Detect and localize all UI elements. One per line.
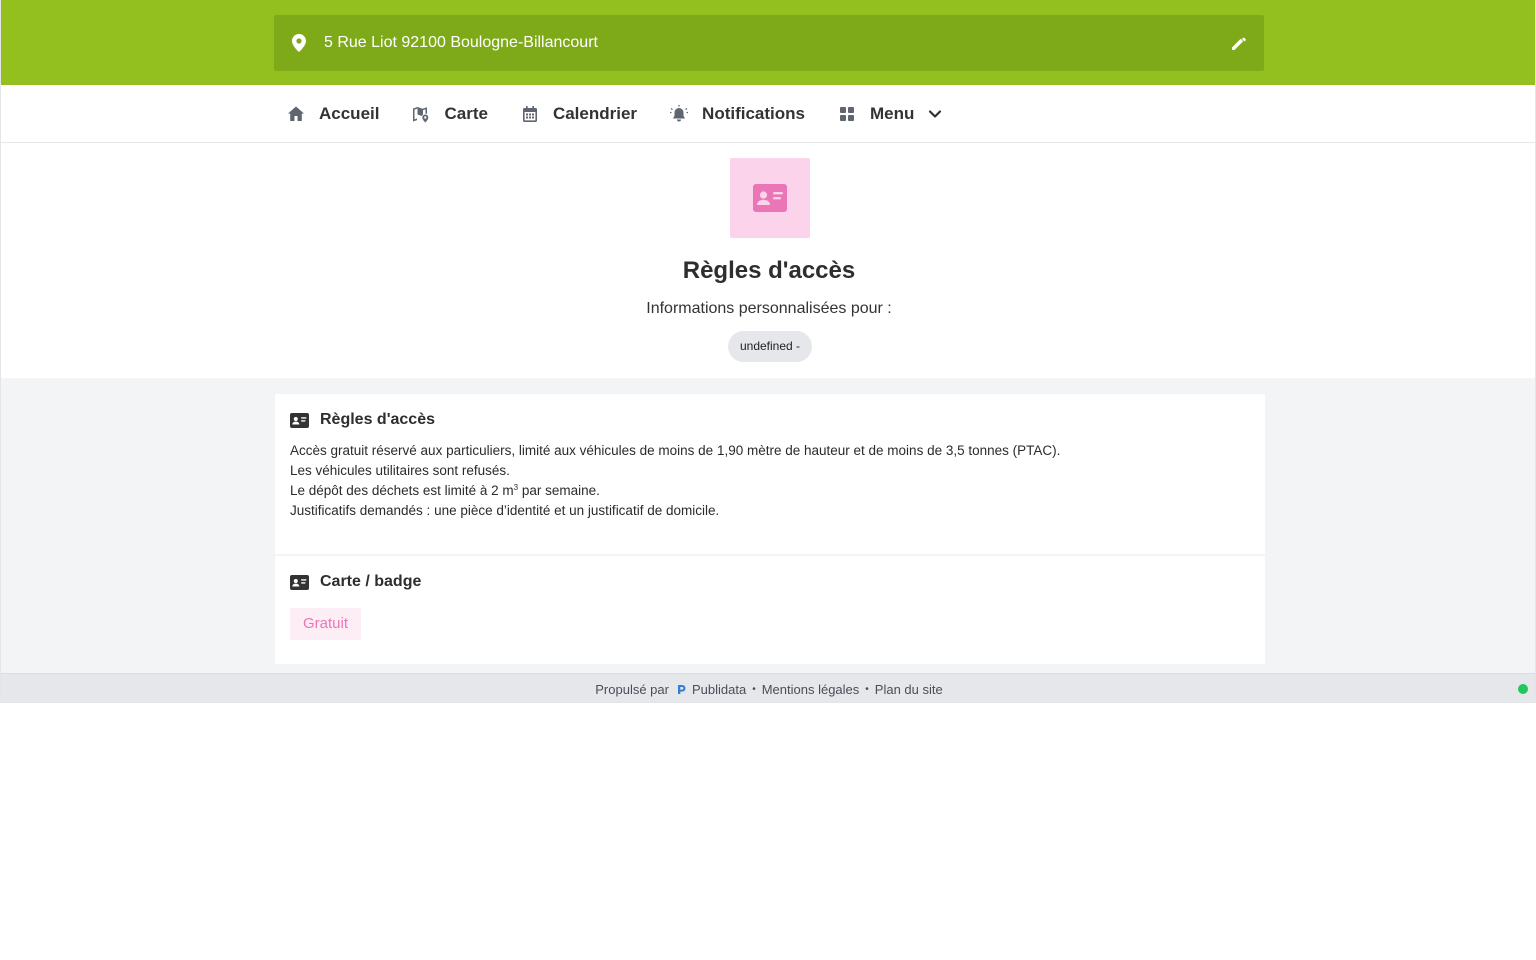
address-bar[interactable]: 5 Rue Liot 92100 Boulogne-Billancourt xyxy=(274,15,1264,71)
badge-card: Carte / badge Gratuit xyxy=(275,556,1265,664)
nav-label: Menu xyxy=(870,104,915,123)
publidata-link[interactable]: Publidata xyxy=(692,682,746,697)
bell-icon xyxy=(670,105,689,122)
rule-line: Le dépôt des déchets est limité à 2 m3 p… xyxy=(290,483,600,498)
nav-item-accueil[interactable]: Accueil xyxy=(287,85,379,143)
nav-item-menu[interactable]: Menu xyxy=(838,85,942,143)
page-subtitle: Informations personnalisées pour : xyxy=(646,300,892,317)
calendar-icon xyxy=(522,106,537,122)
page-frame: 5 Rue Liot 92100 Boulogne-Billancourt Ac… xyxy=(0,0,1536,703)
price-badge: Gratuit xyxy=(290,608,361,640)
rule-line: Justificatifs demandés : une pièce d’ide… xyxy=(290,503,720,518)
profile-chip[interactable]: undefined - xyxy=(728,331,812,362)
map-icon xyxy=(413,107,429,123)
id-card-icon xyxy=(290,412,309,428)
location-pin-icon xyxy=(292,34,306,52)
access-rules-text: Accès gratuit réservé aux particuliers, … xyxy=(290,441,1060,521)
nav-item-carte[interactable]: Carte xyxy=(412,85,488,143)
chevron-down-icon xyxy=(929,110,942,118)
grid-icon xyxy=(840,107,854,121)
id-card-icon xyxy=(753,184,787,212)
access-rules-card: Règles d'accès Accès gratuit réservé aux… xyxy=(275,394,1265,554)
main-nav: Accueil Carte Calendrier Notifications M… xyxy=(1,85,1535,143)
sitemap-link[interactable]: Plan du site xyxy=(875,682,943,697)
legal-link[interactable]: Mentions légales xyxy=(762,682,860,697)
card-header: Règles d'accès xyxy=(290,411,435,429)
card-title: Carte / badge xyxy=(320,573,422,590)
nav-label: Carte xyxy=(444,104,488,123)
card-header: Carte / badge xyxy=(290,573,421,591)
separator: • xyxy=(752,683,756,695)
id-card-icon xyxy=(290,574,309,590)
separator: • xyxy=(865,683,869,695)
nav-item-calendrier[interactable]: Calendrier xyxy=(521,85,637,143)
nav-label: Accueil xyxy=(319,104,380,123)
card-title: Règles d'accès xyxy=(320,411,435,428)
nav-label: Calendrier xyxy=(552,104,638,123)
address-text: 5 Rue Liot 92100 Boulogne-Billancourt xyxy=(324,34,598,51)
status-indicator xyxy=(1518,684,1528,694)
top-bar: 5 Rue Liot 92100 Boulogne-Billancourt xyxy=(1,0,1535,85)
publidata-logo-icon xyxy=(677,684,686,694)
hero-icon-tile xyxy=(730,158,810,238)
nav-label: Notifications xyxy=(702,104,805,123)
powered-by-text: Propulsé par xyxy=(595,681,669,697)
rule-line: Les véhicules utilitaires sont refusés. xyxy=(290,463,510,478)
home-icon xyxy=(288,106,304,121)
rule-line: Accès gratuit réservé aux particuliers, … xyxy=(290,443,1061,458)
footer: Propulsé par Publidata • Mentions légale… xyxy=(1,673,1535,702)
page-title: Règles d'accès xyxy=(682,257,856,284)
pencil-icon[interactable] xyxy=(1230,34,1248,52)
page-header: Règles d'accès Informations personnalisé… xyxy=(1,143,1535,378)
nav-item-notifications[interactable]: Notifications xyxy=(670,85,805,143)
